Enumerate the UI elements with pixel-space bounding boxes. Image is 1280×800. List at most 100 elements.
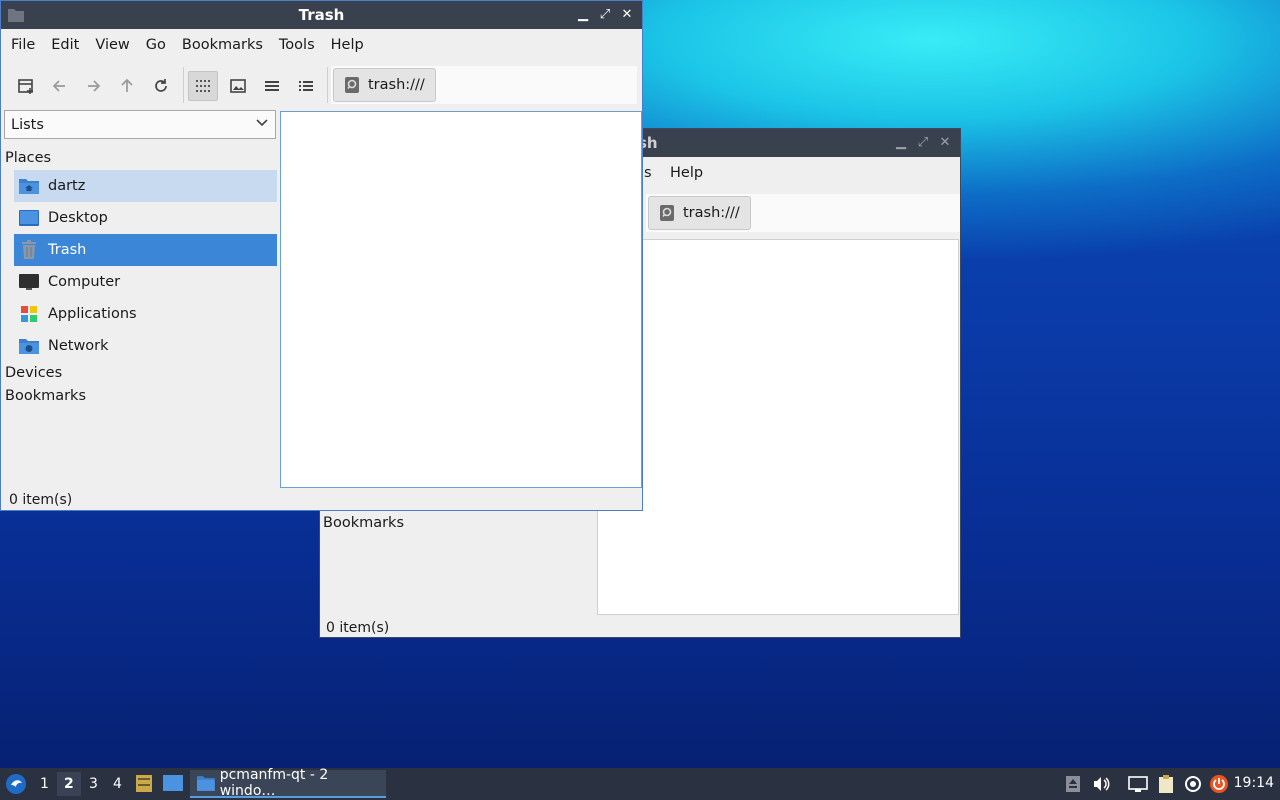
chevron-down-icon <box>256 119 268 127</box>
desktop-icon <box>18 207 40 229</box>
workspace-4[interactable]: 4 <box>113 776 122 792</box>
lubuntu-logo-icon <box>6 774 26 794</box>
taskbar: 1 2 3 4 pcmanfm-qt - 2 windo… 19:14 <box>0 767 1280 800</box>
sidebar-item-label: Computer <box>48 274 121 290</box>
sidebar-item-desktop[interactable]: Desktop <box>14 202 277 234</box>
menu-item-help[interactable]: Help <box>662 165 711 181</box>
trash-location-icon <box>660 205 674 221</box>
desktop-icon <box>163 775 183 791</box>
up-button[interactable] <box>112 71 142 101</box>
menubar: File Edit View Go Bookmarks Tools Help <box>1 29 642 61</box>
minimize-icon[interactable]: ▁ <box>892 133 910 151</box>
path-button-trash[interactable]: trash:/// <box>648 196 751 230</box>
sidebar-item-trash[interactable]: Trash <box>14 234 277 266</box>
show-desktop-button[interactable] <box>162 774 184 796</box>
side-pane-mode-value: Lists <box>11 116 44 133</box>
sidebar-item-label: dartz <box>48 178 86 194</box>
new-tab-button[interactable] <box>11 71 41 101</box>
path-label: trash:/// <box>368 77 425 93</box>
close-icon[interactable]: ✕ <box>936 133 954 151</box>
window-title: Trash <box>298 6 345 24</box>
clock[interactable]: 19:14 <box>1234 775 1274 791</box>
task-label: pcmanfm-qt - 2 windo… <box>219 767 329 799</box>
maximize-icon[interactable]: ⤢ <box>914 133 932 151</box>
sidebar-item-computer[interactable]: Computer <box>14 266 277 298</box>
trash-icon <box>18 239 40 261</box>
icon-view-button[interactable] <box>188 71 218 101</box>
tray-clipboard-button[interactable] <box>1156 774 1176 794</box>
side-section-bookmarks[interactable]: Bookmarks <box>323 515 404 531</box>
file-view[interactable] <box>597 239 959 615</box>
menu-item-view[interactable]: View <box>87 37 137 53</box>
new-tab-icon <box>18 79 33 94</box>
detailed-view-button[interactable] <box>291 71 321 101</box>
side-section-bookmarks[interactable]: Bookmarks <box>5 388 86 404</box>
network-wired-icon <box>1128 776 1148 792</box>
reload-button[interactable] <box>146 71 176 101</box>
status-bar: 0 item(s) <box>326 620 390 636</box>
clipboard-icon <box>1159 775 1173 793</box>
path-button-trash[interactable]: trash:/// <box>333 68 436 102</box>
detail-list-icon <box>299 81 313 91</box>
address-bar[interactable]: trash:/// <box>646 194 960 232</box>
menu-item-bookmarks[interactable]: Bookmarks <box>174 37 271 53</box>
workspace-2[interactable]: 2 <box>64 776 74 792</box>
network-icon <box>18 335 40 357</box>
menu-item-file[interactable]: File <box>3 37 43 53</box>
sidebar-item-label: Network <box>48 338 109 354</box>
side-section-places[interactable]: Places <box>5 150 51 166</box>
sidebar-item-label: Applications <box>48 306 137 322</box>
list-icon <box>265 81 279 91</box>
arrow-right-icon <box>88 80 101 92</box>
sidebar-item-label: Trash <box>48 242 87 258</box>
file-manager-window-front[interactable]: Trash ▁ ⤢ ✕ File Edit View Go Bookmarks … <box>0 0 643 511</box>
titlebar[interactable]: Trash ▁ ⤢ ✕ <box>1 1 642 29</box>
path-label: trash:/// <box>683 205 740 221</box>
start-menu-button[interactable] <box>5 773 27 795</box>
tray-power-button[interactable] <box>1209 774 1229 794</box>
sidebar-item-dartz[interactable]: dartz <box>14 170 277 202</box>
task-button-pcmanfm[interactable]: pcmanfm-qt - 2 windo… <box>190 767 386 799</box>
side-section-devices[interactable]: Devices <box>5 365 62 381</box>
thumbnail-view-button[interactable] <box>223 71 253 101</box>
forward-button[interactable] <box>78 71 108 101</box>
image-icon <box>230 79 246 93</box>
arrow-up-icon <box>121 78 133 92</box>
volume-icon <box>1094 777 1110 791</box>
workspace-3[interactable]: 3 <box>89 776 98 792</box>
close-icon[interactable]: ✕ <box>618 5 636 23</box>
home-folder-icon <box>18 175 40 197</box>
file-view[interactable] <box>280 111 642 488</box>
sidebar-item-network[interactable]: Network <box>14 330 277 362</box>
compact-view-button[interactable] <box>257 71 287 101</box>
trash-location-icon <box>345 77 359 93</box>
file-cabinet-icon <box>136 775 152 792</box>
applications-icon <box>18 303 40 325</box>
address-bar[interactable]: trash:/// <box>331 66 637 104</box>
tray-eject-button[interactable] <box>1063 774 1083 794</box>
computer-icon <box>18 271 40 293</box>
tray-network-button[interactable] <box>1128 774 1148 794</box>
menu-item-edit[interactable]: Edit <box>43 37 87 53</box>
arrow-left-icon <box>52 80 65 92</box>
tray-update-button[interactable] <box>1183 774 1203 794</box>
status-bar: 0 item(s) <box>9 492 73 508</box>
tray-volume-button[interactable] <box>1091 774 1111 794</box>
side-pane-mode-select[interactable]: Lists <box>4 110 276 139</box>
power-icon <box>1210 775 1228 793</box>
toolbar: trash:/// <box>1 61 642 109</box>
grid-icon <box>196 80 210 92</box>
maximize-icon[interactable]: ⤢ <box>596 5 614 23</box>
folder-icon <box>196 776 215 791</box>
sidebar-item-applications[interactable]: Applications <box>14 298 277 330</box>
menu-item-help[interactable]: Help <box>323 37 372 53</box>
menu-item-tools[interactable]: Tools <box>271 37 323 53</box>
reload-icon <box>155 79 167 92</box>
back-button[interactable] <box>45 71 75 101</box>
update-icon <box>1185 776 1201 792</box>
file-manager-launcher[interactable] <box>134 773 154 797</box>
minimize-icon[interactable]: ▁ <box>574 5 592 23</box>
menu-item-go[interactable]: Go <box>138 37 174 53</box>
workspace-1[interactable]: 1 <box>40 776 49 792</box>
sidebar-item-label: Desktop <box>48 210 108 226</box>
